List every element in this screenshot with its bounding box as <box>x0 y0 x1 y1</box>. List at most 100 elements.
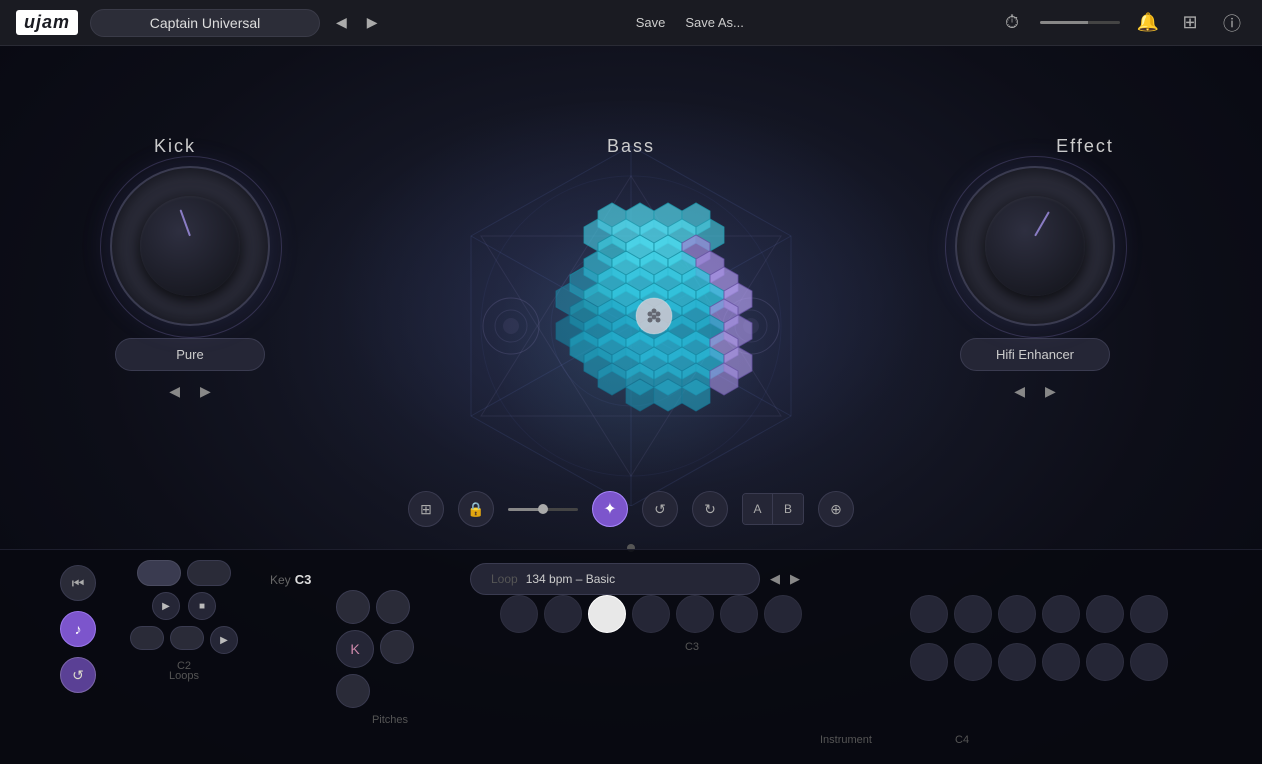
key-value: C3 <box>295 572 312 587</box>
pad-active[interactable] <box>588 595 626 633</box>
loop-small-btn-2[interactable] <box>170 626 204 650</box>
effect-label: Effect <box>1056 136 1114 157</box>
pitches-section: K Pitches <box>336 590 444 726</box>
piano-pads-area: C3 <box>500 595 802 653</box>
loop-bar-container: Loop 134 bpm – Basic ◀ ▶ <box>470 563 800 595</box>
redo-button[interactable]: ↻ <box>692 491 728 527</box>
loop-label: Loop <box>491 572 518 586</box>
topbar-center: Save Save As... <box>394 15 986 30</box>
effect-nav-arrows: ◀ ▶ <box>1014 383 1056 400</box>
loop-next-button[interactable]: ▶ <box>790 571 800 587</box>
instrument-pads-area <box>910 595 1168 633</box>
pitch-circle-2[interactable] <box>376 590 410 624</box>
loop-prev-button[interactable]: ◀ <box>770 571 780 587</box>
play-button[interactable]: ▶ <box>152 592 180 620</box>
inst-pad-3[interactable] <box>998 595 1036 633</box>
loop-button[interactable]: ↺ <box>60 657 96 693</box>
ab-b-button[interactable]: B <box>773 494 803 524</box>
ujam-logo: ujam <box>16 10 78 35</box>
instrument-label: Instrument <box>820 734 872 746</box>
kick-prev-button[interactable]: ◀ <box>169 383 180 400</box>
magic-button[interactable]: ✦ <box>592 491 628 527</box>
loop-btn-1[interactable] <box>137 560 181 586</box>
inst-pad-r2-5[interactable] <box>1086 643 1124 681</box>
inst-pad-r2-3[interactable] <box>998 643 1036 681</box>
loop-bar[interactable]: Loop 134 bpm – Basic <box>470 563 760 595</box>
topbar-right: ⏱ 🔔 ⊞ ⓘ <box>998 9 1246 37</box>
pitch-icon-button[interactable]: K <box>336 630 374 668</box>
pad-7[interactable] <box>764 595 802 633</box>
inst-pad-r2-2[interactable] <box>954 643 992 681</box>
kick-knob-section: Pure ◀ ▶ <box>110 166 270 400</box>
effect-knob-section: Hifi Enhancer ◀ ▶ <box>955 166 1115 400</box>
plus-circle-button[interactable]: ⊕ <box>818 491 854 527</box>
kick-knob[interactable] <box>140 196 240 296</box>
pad-5[interactable] <box>676 595 714 633</box>
transport-row: ▶ ■ <box>152 592 216 620</box>
effect-knob[interactable] <box>985 196 1085 296</box>
inst-pad-4[interactable] <box>1042 595 1080 633</box>
key-display: Key C3 <box>270 572 311 587</box>
stop-button[interactable]: ■ <box>188 592 216 620</box>
loop-value: 134 bpm – Basic <box>526 572 615 586</box>
controls-row: ⊞ 🔒 ✦ ↺ ↻ A B ⊕ <box>408 491 854 527</box>
inst-pad-5[interactable] <box>1086 595 1124 633</box>
lock-button[interactable]: 🔒 <box>458 491 494 527</box>
c3-label: C3 <box>582 641 802 653</box>
save-button[interactable]: Save <box>636 15 666 30</box>
inst-pad-r2-4[interactable] <box>1042 643 1080 681</box>
loop-small-btn-1[interactable] <box>130 626 164 650</box>
effect-knob-indicator <box>1034 211 1050 236</box>
metronome-icon[interactable]: ⏱ <box>998 9 1026 37</box>
bottom-section: ⏮ ♪ ↺ ▶ ■ ▶ C2 Loops Key C3 <box>0 549 1262 764</box>
transport-extra[interactable]: ▶ <box>210 626 238 654</box>
inst-pad-2[interactable] <box>954 595 992 633</box>
layout-icon[interactable]: ⊞ <box>1176 9 1204 37</box>
loop-btns-top <box>137 560 231 586</box>
pad-2[interactable] <box>544 595 582 633</box>
effect-prev-button[interactable]: ◀ <box>1014 383 1025 400</box>
volume-slider[interactable] <box>1040 21 1120 24</box>
effect-next-button[interactable]: ▶ <box>1045 383 1056 400</box>
main-area: Kick Bass Effect Pure ◀ ▶ Hifi Enhancer … <box>0 46 1262 764</box>
pitch-circle-1[interactable] <box>336 590 370 624</box>
music-note-button[interactable]: ♪ <box>60 611 96 647</box>
pitches-label: Pitches <box>336 714 444 726</box>
inst-pad-6[interactable] <box>1130 595 1168 633</box>
history-button[interactable]: ⏮ <box>60 565 96 601</box>
c4-label: C4 <box>955 734 969 746</box>
pitch-circle-4[interactable] <box>336 674 370 708</box>
kick-next-button[interactable]: ▶ <box>200 383 211 400</box>
preset-prev-button[interactable]: ◀ <box>332 10 351 35</box>
preset-name-display[interactable]: Captain Universal <box>90 9 320 37</box>
pad-4[interactable] <box>632 595 670 633</box>
inst-pad-1[interactable] <box>910 595 948 633</box>
tune-slider-dot <box>538 504 548 514</box>
hexagon-grid-container[interactable] <box>431 126 831 506</box>
pad-1[interactable] <box>500 595 538 633</box>
kick-nav-arrows: ◀ ▶ <box>169 383 211 400</box>
inst-pad-r2-6[interactable] <box>1130 643 1168 681</box>
save-as-button[interactable]: Save As... <box>685 15 744 30</box>
pitch-circle-3[interactable] <box>380 630 414 664</box>
tune-slider[interactable] <box>508 508 578 511</box>
effect-knob-ring[interactable] <box>955 166 1115 326</box>
notifications-icon[interactable]: 🔔 <box>1134 9 1162 37</box>
key-label: Key <box>270 573 291 587</box>
pads-row-top <box>500 595 802 633</box>
inst-pad-r2-1[interactable] <box>910 643 948 681</box>
kick-knob-ring[interactable] <box>110 166 270 326</box>
loop-section: ▶ ■ ▶ C2 Loops <box>130 560 238 682</box>
loops-label: Loops <box>169 670 199 682</box>
undo-button[interactable]: ↺ <box>642 491 678 527</box>
preset-next-button[interactable]: ▶ <box>363 10 382 35</box>
mixer-icon-button[interactable]: ⊞ <box>408 491 444 527</box>
kick-preset-display: Pure <box>115 338 265 371</box>
info-icon[interactable]: ⓘ <box>1218 9 1246 37</box>
instrument-pads-row2 <box>910 643 1168 681</box>
ab-a-button[interactable]: A <box>743 494 773 524</box>
pad-6[interactable] <box>720 595 758 633</box>
loop-btn-2[interactable] <box>187 560 231 586</box>
bottom-left-controls: ⏮ ♪ ↺ <box>60 565 96 693</box>
pitch-circles-top: K <box>336 590 444 708</box>
